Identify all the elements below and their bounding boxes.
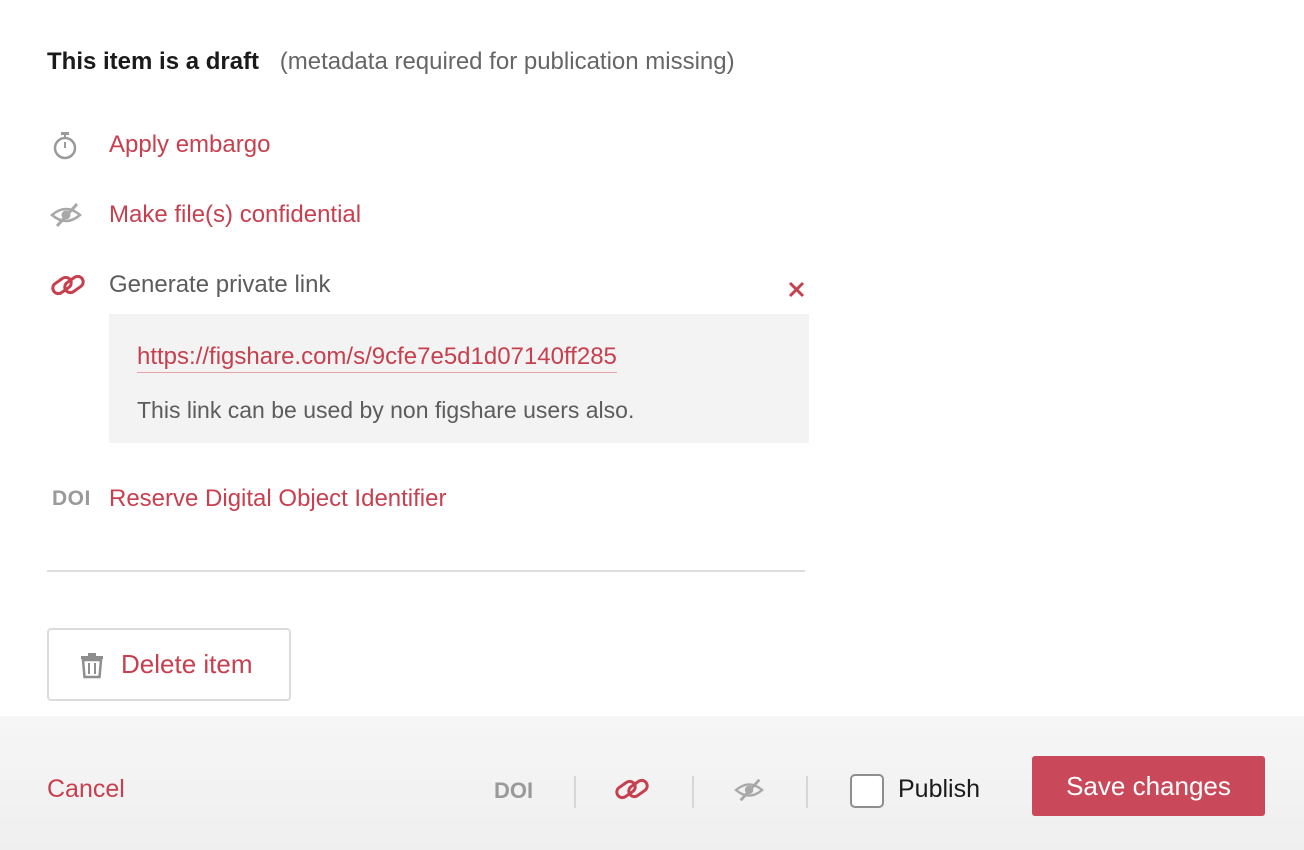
footer-separator [574, 776, 576, 808]
footer-doi-icon[interactable]: DOI [494, 778, 533, 804]
publish-label[interactable]: Publish [898, 774, 980, 804]
embargo-label[interactable]: Apply embargo [109, 130, 270, 160]
link-icon [47, 270, 93, 300]
reserve-doi-option[interactable]: DOI Reserve Digital Object Identifier [47, 484, 446, 514]
close-icon [788, 281, 805, 298]
trash-icon [79, 651, 105, 679]
footer-bar: Cancel DOI Publish Save changes [0, 716, 1304, 850]
private-link-label: Generate private link [109, 271, 331, 298]
confidential-label[interactable]: Make file(s) confidential [109, 200, 361, 230]
draft-status: This item is a draft (metadata required … [47, 47, 735, 77]
divider [47, 570, 805, 572]
eye-slash-icon [47, 200, 93, 230]
embargo-option[interactable]: Apply embargo [47, 130, 270, 160]
private-link-note: This link can be used by non figshare us… [137, 397, 635, 423]
footer-eye-slash-icon[interactable] [732, 776, 768, 809]
doi-icon: DOI [52, 487, 91, 510]
delete-item-label: Delete item [121, 649, 253, 679]
stopwatch-icon [47, 130, 93, 160]
confidential-option[interactable]: Make file(s) confidential [47, 200, 361, 230]
footer-link-icon[interactable] [613, 774, 653, 809]
publish-checkbox[interactable] [850, 774, 884, 808]
footer-separator [692, 776, 694, 808]
private-link-url[interactable]: https://figshare.com/s/9cfe7e5d1d07140ff… [137, 342, 617, 373]
item-edit-page: This item is a draft (metadata required … [0, 0, 1304, 850]
private-link-option: Generate private link [47, 270, 330, 300]
remove-private-link-button[interactable] [784, 276, 810, 302]
save-changes-button[interactable]: Save changes [1032, 756, 1265, 816]
delete-item-button[interactable]: Delete item [47, 628, 291, 701]
draft-status-note: (metadata required for publication missi… [279, 48, 735, 75]
footer-separator [806, 776, 808, 808]
draft-status-title: This item is a draft [47, 48, 260, 75]
reserve-doi-label[interactable]: Reserve Digital Object Identifier [109, 484, 446, 514]
private-link-panel: https://figshare.com/s/9cfe7e5d1d07140ff… [109, 314, 809, 443]
cancel-button[interactable]: Cancel [47, 774, 125, 804]
